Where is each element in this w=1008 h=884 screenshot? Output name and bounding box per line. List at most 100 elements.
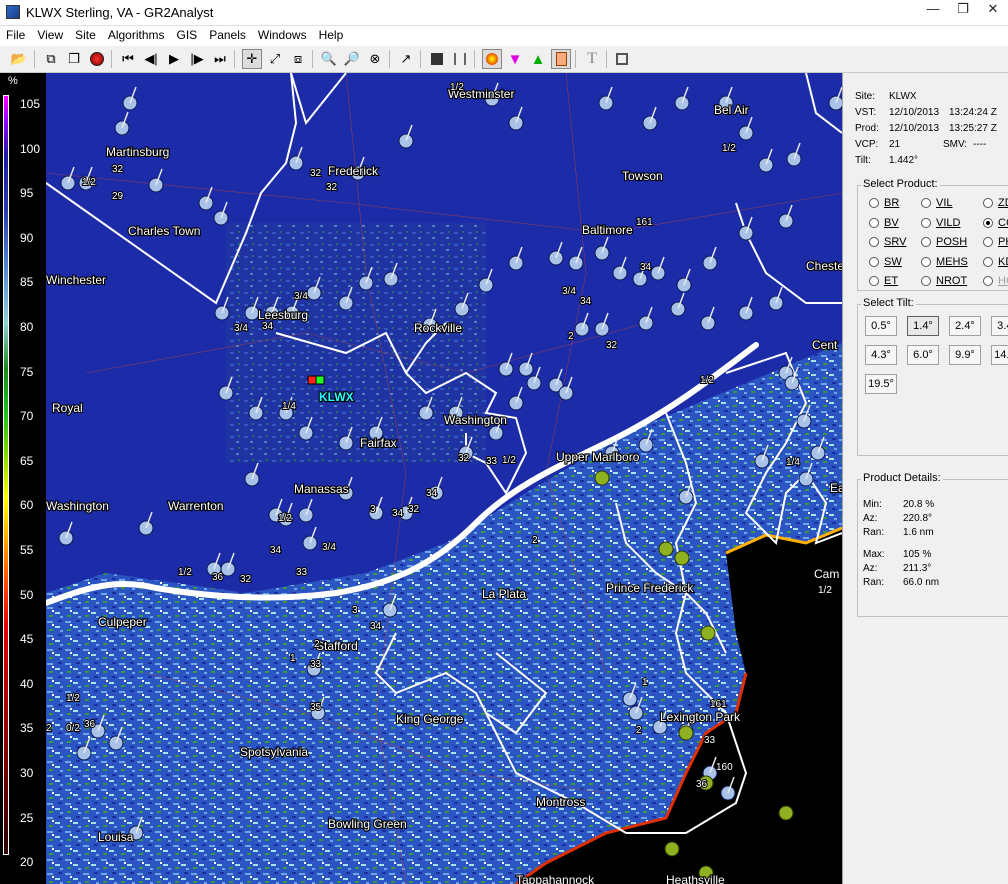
tvs-icon[interactable]: ▼ [505,49,525,69]
place-label: Frederick [328,164,379,178]
place-label: La Plata [482,587,526,601]
stop-icon[interactable] [612,49,632,69]
warning-icon[interactable] [551,49,571,69]
place-label: King George [396,712,464,726]
tilt-button[interactable]: 19.5° [865,374,897,394]
maximize-button[interactable]: ❐ [948,0,978,18]
tilt-button[interactable]: 3.4° [991,316,1008,336]
product-label: PH [998,236,1008,248]
vcp-row: VCP: 21 SMV: ---- [855,139,986,150]
zoom-reset-icon[interactable]: ⊗ [365,49,385,69]
text-icon[interactable]: T [582,49,602,69]
zoom-out-icon[interactable]: 🔎 [342,49,362,69]
skip-start-icon[interactable]: ⏮ [118,49,138,69]
menu-gis[interactable]: GIS [171,26,204,46]
storm-track-icon[interactable] [482,49,502,69]
product-radio-vil[interactable]: VIL [921,197,953,209]
tilt-button[interactable]: 0.5° [865,316,897,336]
place-label: Stafford [316,639,358,653]
menu-windows[interactable]: Windows [252,26,313,46]
prod-time: 13:25:27 Z [949,123,997,134]
product-radio-posh[interactable]: POSH [921,236,967,248]
product-radio-br[interactable]: BR [869,197,899,209]
vcp-label: VCP: [855,139,879,150]
tilt-button[interactable]: 1.4° [907,316,939,336]
step-back-icon[interactable]: ◀| [141,49,161,69]
menu-view[interactable]: View [31,26,69,46]
product-radio-mehs[interactable]: MEHS [921,256,968,268]
place-label: Towson [622,169,663,183]
play-icon[interactable]: ▶ [164,49,184,69]
product-label: SW [884,255,902,268]
menu-file[interactable]: File [0,26,31,46]
product-details-label: Product Details: [861,472,943,484]
window-title: KLWX Sterling, VA - GR2Analyst [26,5,214,20]
station-value-label: 160 [716,762,733,773]
tilt-value: 1.442° [889,155,919,166]
max-value: 105 % [903,549,932,560]
pan-icon[interactable]: ✛ [242,49,262,69]
product-radio-et[interactable]: ET [869,275,898,287]
product-radio-ph[interactable]: PH [983,236,1008,248]
menu-panels[interactable]: Panels [203,26,252,46]
radar-map[interactable]: Martinsburg Westminster Bel Air Towson Balti… [46,73,842,884]
distance-icon[interactable]: ⤢ [265,49,285,69]
station-value-label: 33 [704,735,716,746]
tilt-button[interactable]: 14.6° [991,345,1008,365]
split-icon[interactable] [450,49,470,69]
product-radio-kd[interactable]: KD [983,256,1008,268]
station-value-label: 1/2 [502,455,516,466]
colorbar-tick: 45 [20,632,34,647]
colorbar-tick: 20 [20,855,34,870]
stack-icon[interactable]: ⧈ [288,49,308,69]
color-legend: % 105 100 95 90 85 80 75 70 65 60 55 50 45 40 35 30 25 20 [0,73,46,884]
place-label: Cent [812,338,838,352]
radio-indicator [869,256,879,267]
zoom-in-icon[interactable]: 🔍 [319,49,339,69]
place-label: Montross [536,795,585,809]
place-label: Chester [806,259,842,273]
product-radio-zd[interactable]: ZD [983,197,1008,209]
station-value-label: 32 [408,504,420,515]
menu-algorithms[interactable]: Algorithms [102,26,171,46]
tilt-button[interactable]: 4.3° [865,345,897,365]
colorbar-tick: 35 [20,721,34,736]
skip-end-icon[interactable]: ⏭ [210,49,230,69]
tilt-button[interactable]: 9.9° [949,345,981,365]
radar-icon[interactable] [87,49,107,69]
menu-help[interactable]: Help [313,26,350,46]
min-az-label: Az: [863,513,878,524]
product-radio-srv[interactable]: SRV [869,236,906,248]
product-radio-hc: HC [983,275,1008,287]
step-forward-icon[interactable]: |▶ [187,49,207,69]
vst-label: VST: [855,107,877,118]
tilt-button[interactable]: 2.4° [949,316,981,336]
product-radio-vild[interactable]: VILD [921,217,960,229]
station-value-label: 32 [112,164,124,175]
product-radio-bv[interactable]: BV [869,217,899,229]
product-radio-sw[interactable]: SW [869,256,902,268]
copy-icon[interactable]: ❐ [64,49,84,69]
colorbar-tick: 40 [20,676,34,691]
open-icon[interactable]: 📂 [9,49,29,69]
hail-icon[interactable]: ▲ [528,49,548,69]
product-label: NROT [936,275,968,287]
min-row: Min: 20.8 % [863,499,934,510]
product-radio-cc[interactable]: CC [983,217,1008,229]
close-button[interactable]: ✕ [978,0,1008,18]
station-value-label: 1/2 [722,143,736,154]
radio-indicator [921,217,931,228]
menu-site[interactable]: Site [69,26,102,46]
volume-icon[interactable] [427,49,447,69]
layers-icon[interactable]: ⧉ [41,49,61,69]
smv-value: ---- [973,139,987,150]
place-label: Washington [444,413,507,427]
minimize-button[interactable]: — [918,0,948,18]
colorbar-gradient [3,95,9,855]
cross-section-icon[interactable]: ↗ [396,49,416,69]
colorbar-tick: 100 [20,141,41,156]
tilt-button[interactable]: 6.0° [907,345,939,365]
place-label: Fairfax [360,436,397,450]
product-radio-nrot[interactable]: NROT [921,275,967,287]
place-label: Cam [814,567,839,581]
